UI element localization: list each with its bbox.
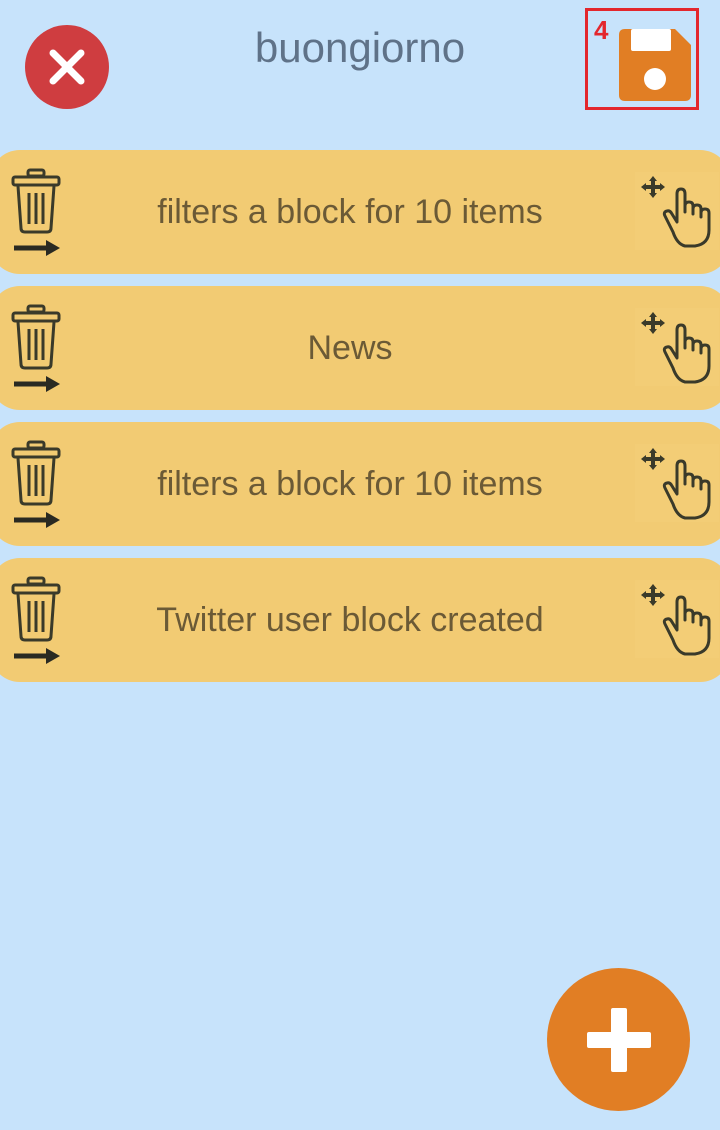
delete-button[interactable]	[10, 304, 64, 396]
drag-hand-icon	[641, 584, 711, 656]
drag-handle[interactable]	[635, 172, 719, 250]
block-label: News	[307, 328, 393, 367]
drag-hand-icon	[641, 176, 711, 248]
block-label: filters a block for 10 items	[157, 192, 543, 231]
save-button[interactable]: 4	[585, 8, 699, 110]
block-row[interactable]: filters a block for 10 items	[0, 150, 720, 274]
block-label: Twitter user block created	[156, 600, 544, 639]
trash-arrow-icon	[11, 168, 61, 256]
header: buongiorno 4	[0, 0, 720, 120]
block-row[interactable]: Twitter user block created	[0, 558, 720, 682]
block-row[interactable]: News	[0, 286, 720, 410]
trash-arrow-icon	[11, 440, 61, 528]
floppy-disk-icon	[619, 29, 691, 101]
add-block-button[interactable]	[547, 968, 690, 1111]
block-label: filters a block for 10 items	[157, 464, 543, 503]
trash-arrow-icon	[11, 576, 61, 664]
delete-button[interactable]	[10, 576, 64, 668]
drag-handle[interactable]	[635, 580, 719, 658]
block-row[interactable]: filters a block for 10 items	[0, 422, 720, 546]
annotation-number: 4	[594, 15, 609, 45]
delete-button[interactable]	[10, 168, 64, 260]
drag-hand-icon	[641, 448, 711, 520]
drag-handle[interactable]	[635, 308, 719, 386]
drag-hand-icon	[641, 312, 711, 384]
delete-button[interactable]	[10, 440, 64, 532]
trash-arrow-icon	[11, 304, 61, 392]
plus-icon	[586, 1007, 651, 1072]
drag-handle[interactable]	[635, 444, 719, 522]
